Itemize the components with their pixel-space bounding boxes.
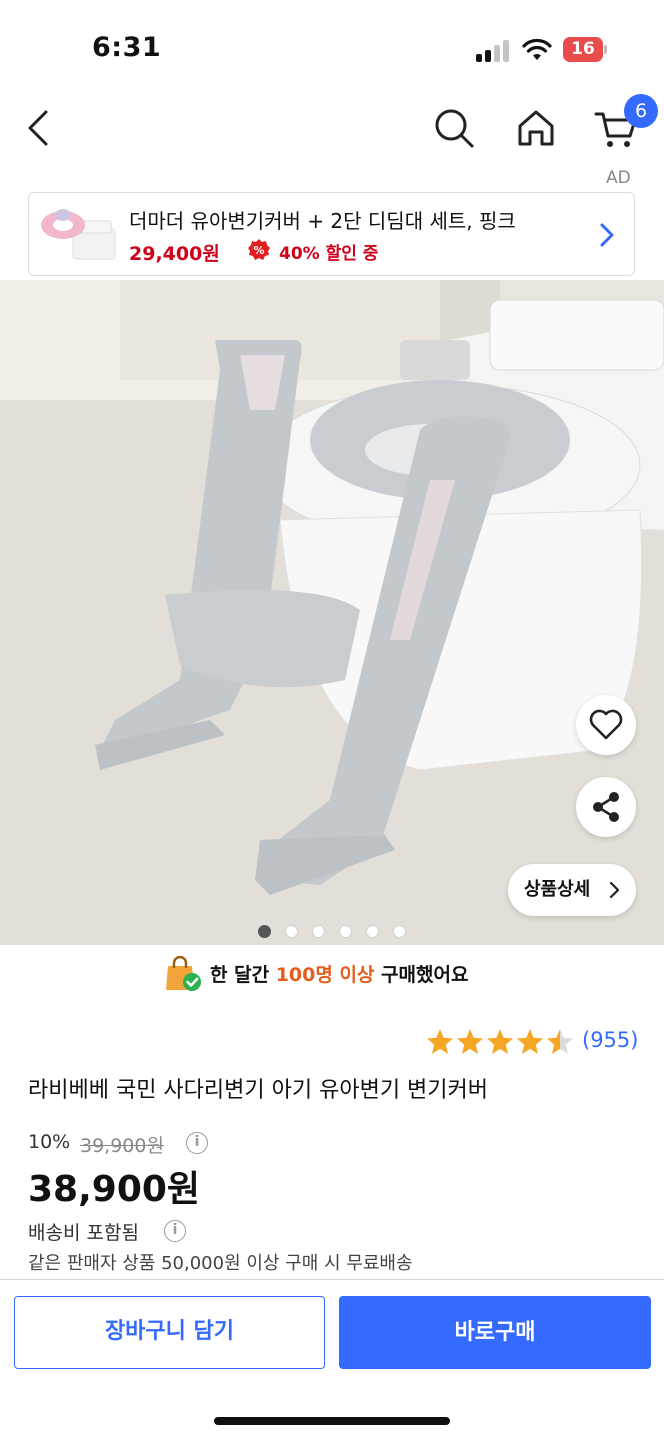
purchase-stat-suffix: 구매했어요 [381,964,469,986]
product-photo [0,280,664,945]
buy-now-button[interactable]: 바로구매 [339,1296,651,1369]
product-title: 라비베베 국민 사다리변기 아기 유아변기 변기커버 [28,1078,489,1103]
ad-banner[interactable]: 더마더 유아변기커버 + 2단 디딤대 세트, 핑크 29,400원 % 40%… [28,192,635,276]
status-bar: 6:31 16 [0,0,664,90]
pagination-dot-5[interactable] [366,925,379,938]
bottom-action-bar: 장바구니 담기 바로구매 [0,1279,664,1440]
pagination-dot-6[interactable] [393,925,406,938]
pagination-dot-3[interactable] [312,925,325,938]
back-chevron-icon[interactable] [16,104,64,152]
purchase-stat-text: 한 달간 100명 이상 구매했어요 [210,960,468,987]
ad-price: 29,400원 [129,243,220,265]
status-time: 6:31 [92,32,162,63]
discount-badge-icon: % [248,239,270,260]
product-detail-label: 상품상세 [524,879,591,900]
cellular-signal-icon [476,40,510,62]
ad-title: 더마더 유아변기커버 + 2단 디딤대 세트, 핑크 [129,209,516,233]
original-price: 39,900원 [80,1135,164,1157]
shipping-note: 같은 판매자 상품 50,000원 이상 구매 시 무료배송 [28,1253,413,1274]
battery-level: 16 [571,39,595,59]
wifi-icon [522,38,552,60]
product-image-gallery[interactable] [0,280,664,945]
discount-rate: 10% [28,1131,71,1153]
shipping-info: 배송비 포함됨 [28,1218,139,1245]
pagination-dot-2[interactable] [285,925,298,938]
heart-icon [589,709,623,740]
pagination-dot-1[interactable] [258,925,271,938]
share-icon [593,792,619,822]
chevron-right-icon [600,223,614,247]
sale-price: 38,900원 [28,1169,201,1210]
star-rating-icon [427,1029,573,1054]
top-nav [0,90,664,166]
shipping-info-icon[interactable]: i [164,1220,186,1242]
info-icon[interactable]: i [186,1132,208,1154]
product-detail-button[interactable]: 상품상세 [508,864,636,916]
home-icon[interactable] [512,104,560,152]
shopping-bag-check-icon [166,956,201,991]
svg-text:%: % [253,244,264,257]
ad-product-thumbnail [41,209,116,260]
wishlist-button[interactable] [576,695,636,755]
purchase-stat-prefix: 한 달간 [210,964,270,986]
ad-discount: 40% 할인 중 [279,244,379,264]
purchase-stat-highlight: 100명 이상 [275,964,375,986]
search-icon[interactable] [430,104,478,152]
share-button[interactable] [576,777,636,837]
add-to-cart-button[interactable]: 장바구니 담기 [14,1296,325,1369]
pagination-dot-4[interactable] [339,925,352,938]
home-indicator[interactable] [214,1417,450,1425]
ad-label: AD [606,168,631,188]
review-count[interactable]: (955) [582,1028,638,1052]
chevron-right-icon [609,881,620,899]
battery-icon: 16 [563,37,607,62]
cart-count-badge: 6 [624,94,658,128]
gallery-pagination [258,925,418,939]
purchase-stat-banner: 한 달간 100명 이상 구매했어요 [0,954,664,994]
shipping-label: 배송비 포함됨 [28,1222,139,1244]
